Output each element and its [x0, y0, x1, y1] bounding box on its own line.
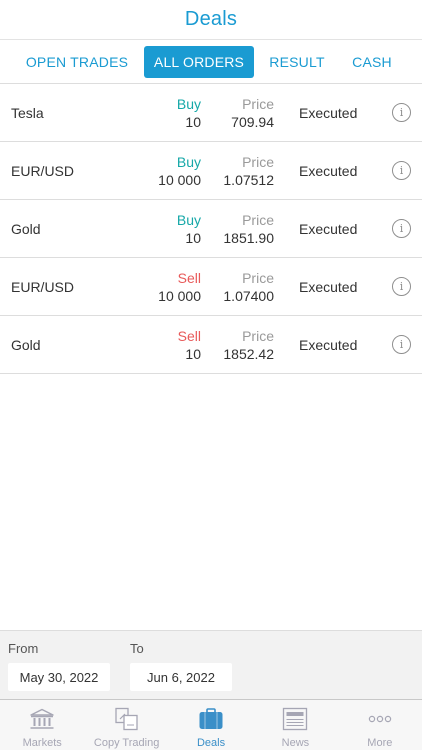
tabbar-label: More	[367, 737, 393, 749]
info-icon[interactable]: i	[392, 335, 411, 354]
order-price: 1851.90	[223, 230, 274, 246]
tabbar-label: Copy Trading	[93, 737, 160, 749]
tabbar-item-deals[interactable]: Deals	[169, 700, 253, 750]
order-quantity: 10 000	[158, 288, 201, 304]
info-icon[interactable]: i	[392, 161, 411, 180]
instrument-name: Gold	[11, 336, 41, 353]
price-label: Price	[242, 96, 274, 112]
tabbar-item-more[interactable]: More	[338, 700, 422, 750]
order-row[interactable]: Gold Sell 10 Price 1852.42 Executed i	[0, 316, 422, 374]
briefcase-icon	[197, 707, 225, 731]
newspaper-icon	[281, 707, 309, 731]
instrument-name: Tesla	[11, 104, 44, 121]
order-row[interactable]: Gold Buy 10 Price 1851.90 Executed i	[0, 200, 422, 258]
order-side: Buy	[176, 154, 201, 170]
tabbar-label: Markets	[22, 737, 62, 749]
copy-trading-icon	[113, 707, 141, 731]
price-label: Price	[242, 154, 274, 170]
order-price: 1.07400	[223, 288, 274, 304]
order-status: Executed	[299, 278, 358, 295]
order-status: Executed	[299, 104, 358, 121]
order-status: Executed	[299, 336, 358, 353]
price-label: Price	[242, 270, 274, 286]
info-icon[interactable]: i	[392, 277, 411, 296]
order-price: 1852.42	[223, 346, 274, 362]
segment-tabs: OPEN TRADES ALL ORDERS RESULT CASH	[0, 40, 422, 84]
tab-result[interactable]: RESULT	[254, 46, 340, 78]
instrument-name: EUR/USD	[11, 162, 75, 179]
from-date-picker[interactable]: May 30, 2022	[8, 663, 110, 691]
date-range-panel: From To May 30, 2022 Jun 6, 2022	[0, 630, 422, 699]
order-quantity: 10	[185, 346, 201, 362]
to-label: To	[130, 641, 144, 656]
order-side: Buy	[176, 212, 201, 228]
bottom-tab-bar: Markets Copy Trading Deals News More	[0, 699, 422, 750]
order-quantity: 10	[185, 114, 201, 130]
order-price: 709.94	[231, 114, 274, 130]
bank-icon	[28, 707, 56, 731]
order-row[interactable]: Tesla Buy 10 Price 709.94 Executed i	[0, 84, 422, 142]
order-side: Sell	[177, 328, 201, 344]
instrument-name: EUR/USD	[11, 278, 75, 295]
order-status: Executed	[299, 162, 358, 179]
order-status: Executed	[299, 220, 358, 237]
page-title: Deals	[184, 8, 238, 30]
price-label: Price	[242, 212, 274, 228]
order-row[interactable]: EUR/USD Sell 10 000 Price 1.07400 Execut…	[0, 258, 422, 316]
order-side: Sell	[177, 270, 201, 286]
orders-list: Tesla Buy 10 Price 709.94 Executed i EUR…	[0, 84, 422, 374]
tab-all-orders[interactable]: ALL ORDERS	[144, 45, 254, 78]
tabbar-label: News	[281, 737, 310, 749]
header: Deals	[0, 0, 422, 40]
deals-screen: Deals OPEN TRADES ALL ORDERS RESULT CASH…	[0, 0, 422, 750]
tabbar-item-copy-trading[interactable]: Copy Trading	[84, 700, 168, 750]
from-label: From	[8, 641, 39, 656]
order-side: Buy	[176, 96, 201, 112]
more-dots-icon	[366, 707, 394, 731]
tabbar-item-news[interactable]: News	[253, 700, 337, 750]
tab-cash[interactable]: CASH	[340, 46, 404, 78]
to-date-picker[interactable]: Jun 6, 2022	[130, 663, 232, 691]
info-icon[interactable]: i	[392, 103, 411, 122]
order-price: 1.07512	[223, 172, 274, 188]
instrument-name: Gold	[11, 220, 41, 237]
order-quantity: 10 000	[158, 172, 201, 188]
info-icon[interactable]: i	[392, 219, 411, 238]
price-label: Price	[242, 328, 274, 344]
tabbar-item-markets[interactable]: Markets	[0, 700, 84, 750]
tab-open-trades[interactable]: OPEN TRADES	[10, 46, 144, 78]
tabbar-label: Deals	[196, 737, 226, 749]
order-quantity: 10	[185, 230, 201, 246]
order-row[interactable]: EUR/USD Buy 10 000 Price 1.07512 Execute…	[0, 142, 422, 200]
